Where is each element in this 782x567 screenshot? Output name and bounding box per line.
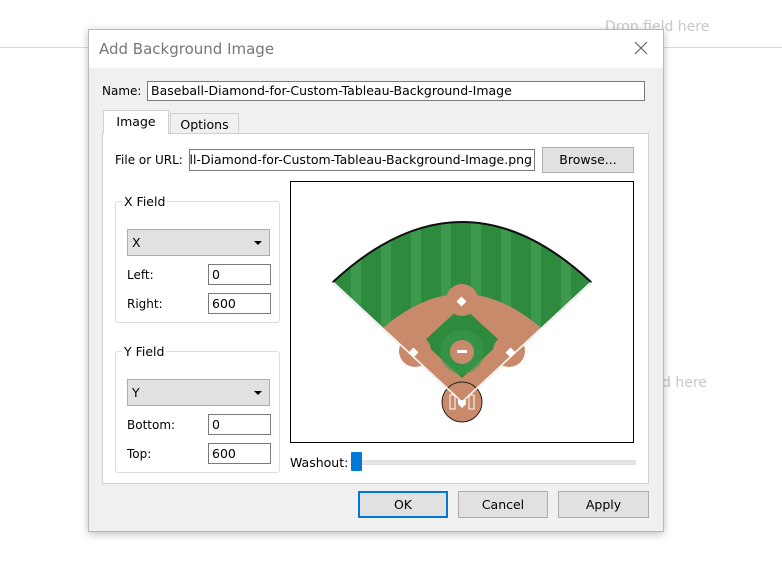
right-input[interactable]: 600 <box>208 293 271 314</box>
left-label: Left: <box>127 268 154 282</box>
top-input[interactable]: 600 <box>208 443 271 464</box>
file-url-value: Baseball-Diamond-for-Custom-Tableau-Back… <box>189 152 532 167</box>
image-tab-panel: File or URL: Baseball-Diamond-for-Custom… <box>102 133 649 484</box>
y-field-select[interactable]: Y <box>127 379 270 406</box>
bottom-input[interactable]: 0 <box>208 414 271 435</box>
y-field-selected: Y <box>132 385 140 400</box>
washout-label: Washout: <box>290 455 349 470</box>
x-field-legend: X Field <box>124 194 166 209</box>
baseball-diamond-image <box>331 221 593 423</box>
y-field-legend: Y Field <box>124 344 165 359</box>
close-icon <box>634 41 648 55</box>
drop-field-zone-right[interactable]: d here <box>662 375 707 391</box>
image-preview <box>290 181 634 443</box>
washout-slider-thumb[interactable] <box>351 452 362 471</box>
tab-image[interactable]: Image <box>103 110 169 134</box>
dialog-titlebar: Add Background Image <box>89 30 663 68</box>
tab-options[interactable]: Options <box>170 113 239 135</box>
chevron-down-icon <box>254 241 262 245</box>
ok-button[interactable]: OK <box>358 491 448 518</box>
file-url-label: File or URL: <box>115 153 183 167</box>
left-input[interactable]: 0 <box>208 264 271 285</box>
add-background-image-dialog: Add Background Image Name: Baseball-Diam… <box>88 29 664 532</box>
apply-button[interactable]: Apply <box>558 491 649 518</box>
right-label: Right: <box>127 297 163 311</box>
x-field-group: X Field X Left: 0 Right: 600 <box>115 194 280 323</box>
chevron-down-icon <box>254 391 262 395</box>
file-url-input[interactable]: Baseball-Diamond-for-Custom-Tableau-Back… <box>189 149 535 171</box>
x-field-select[interactable]: X <box>127 229 270 256</box>
washout-slider-track[interactable] <box>353 460 636 465</box>
name-label: Name: <box>102 84 142 98</box>
y-field-group: Y Field Y Bottom: 0 Top: 600 <box>115 344 280 473</box>
browse-button[interactable]: Browse... <box>542 147 634 173</box>
close-button[interactable] <box>627 36 655 62</box>
name-input[interactable]: Baseball-Diamond-for-Custom-Tableau-Back… <box>147 81 645 101</box>
x-field-selected: X <box>132 235 141 250</box>
cancel-button[interactable]: Cancel <box>458 491 548 518</box>
dialog-title: Add Background Image <box>99 40 275 58</box>
top-label: Top: <box>127 447 152 461</box>
bottom-label: Bottom: <box>127 418 176 432</box>
